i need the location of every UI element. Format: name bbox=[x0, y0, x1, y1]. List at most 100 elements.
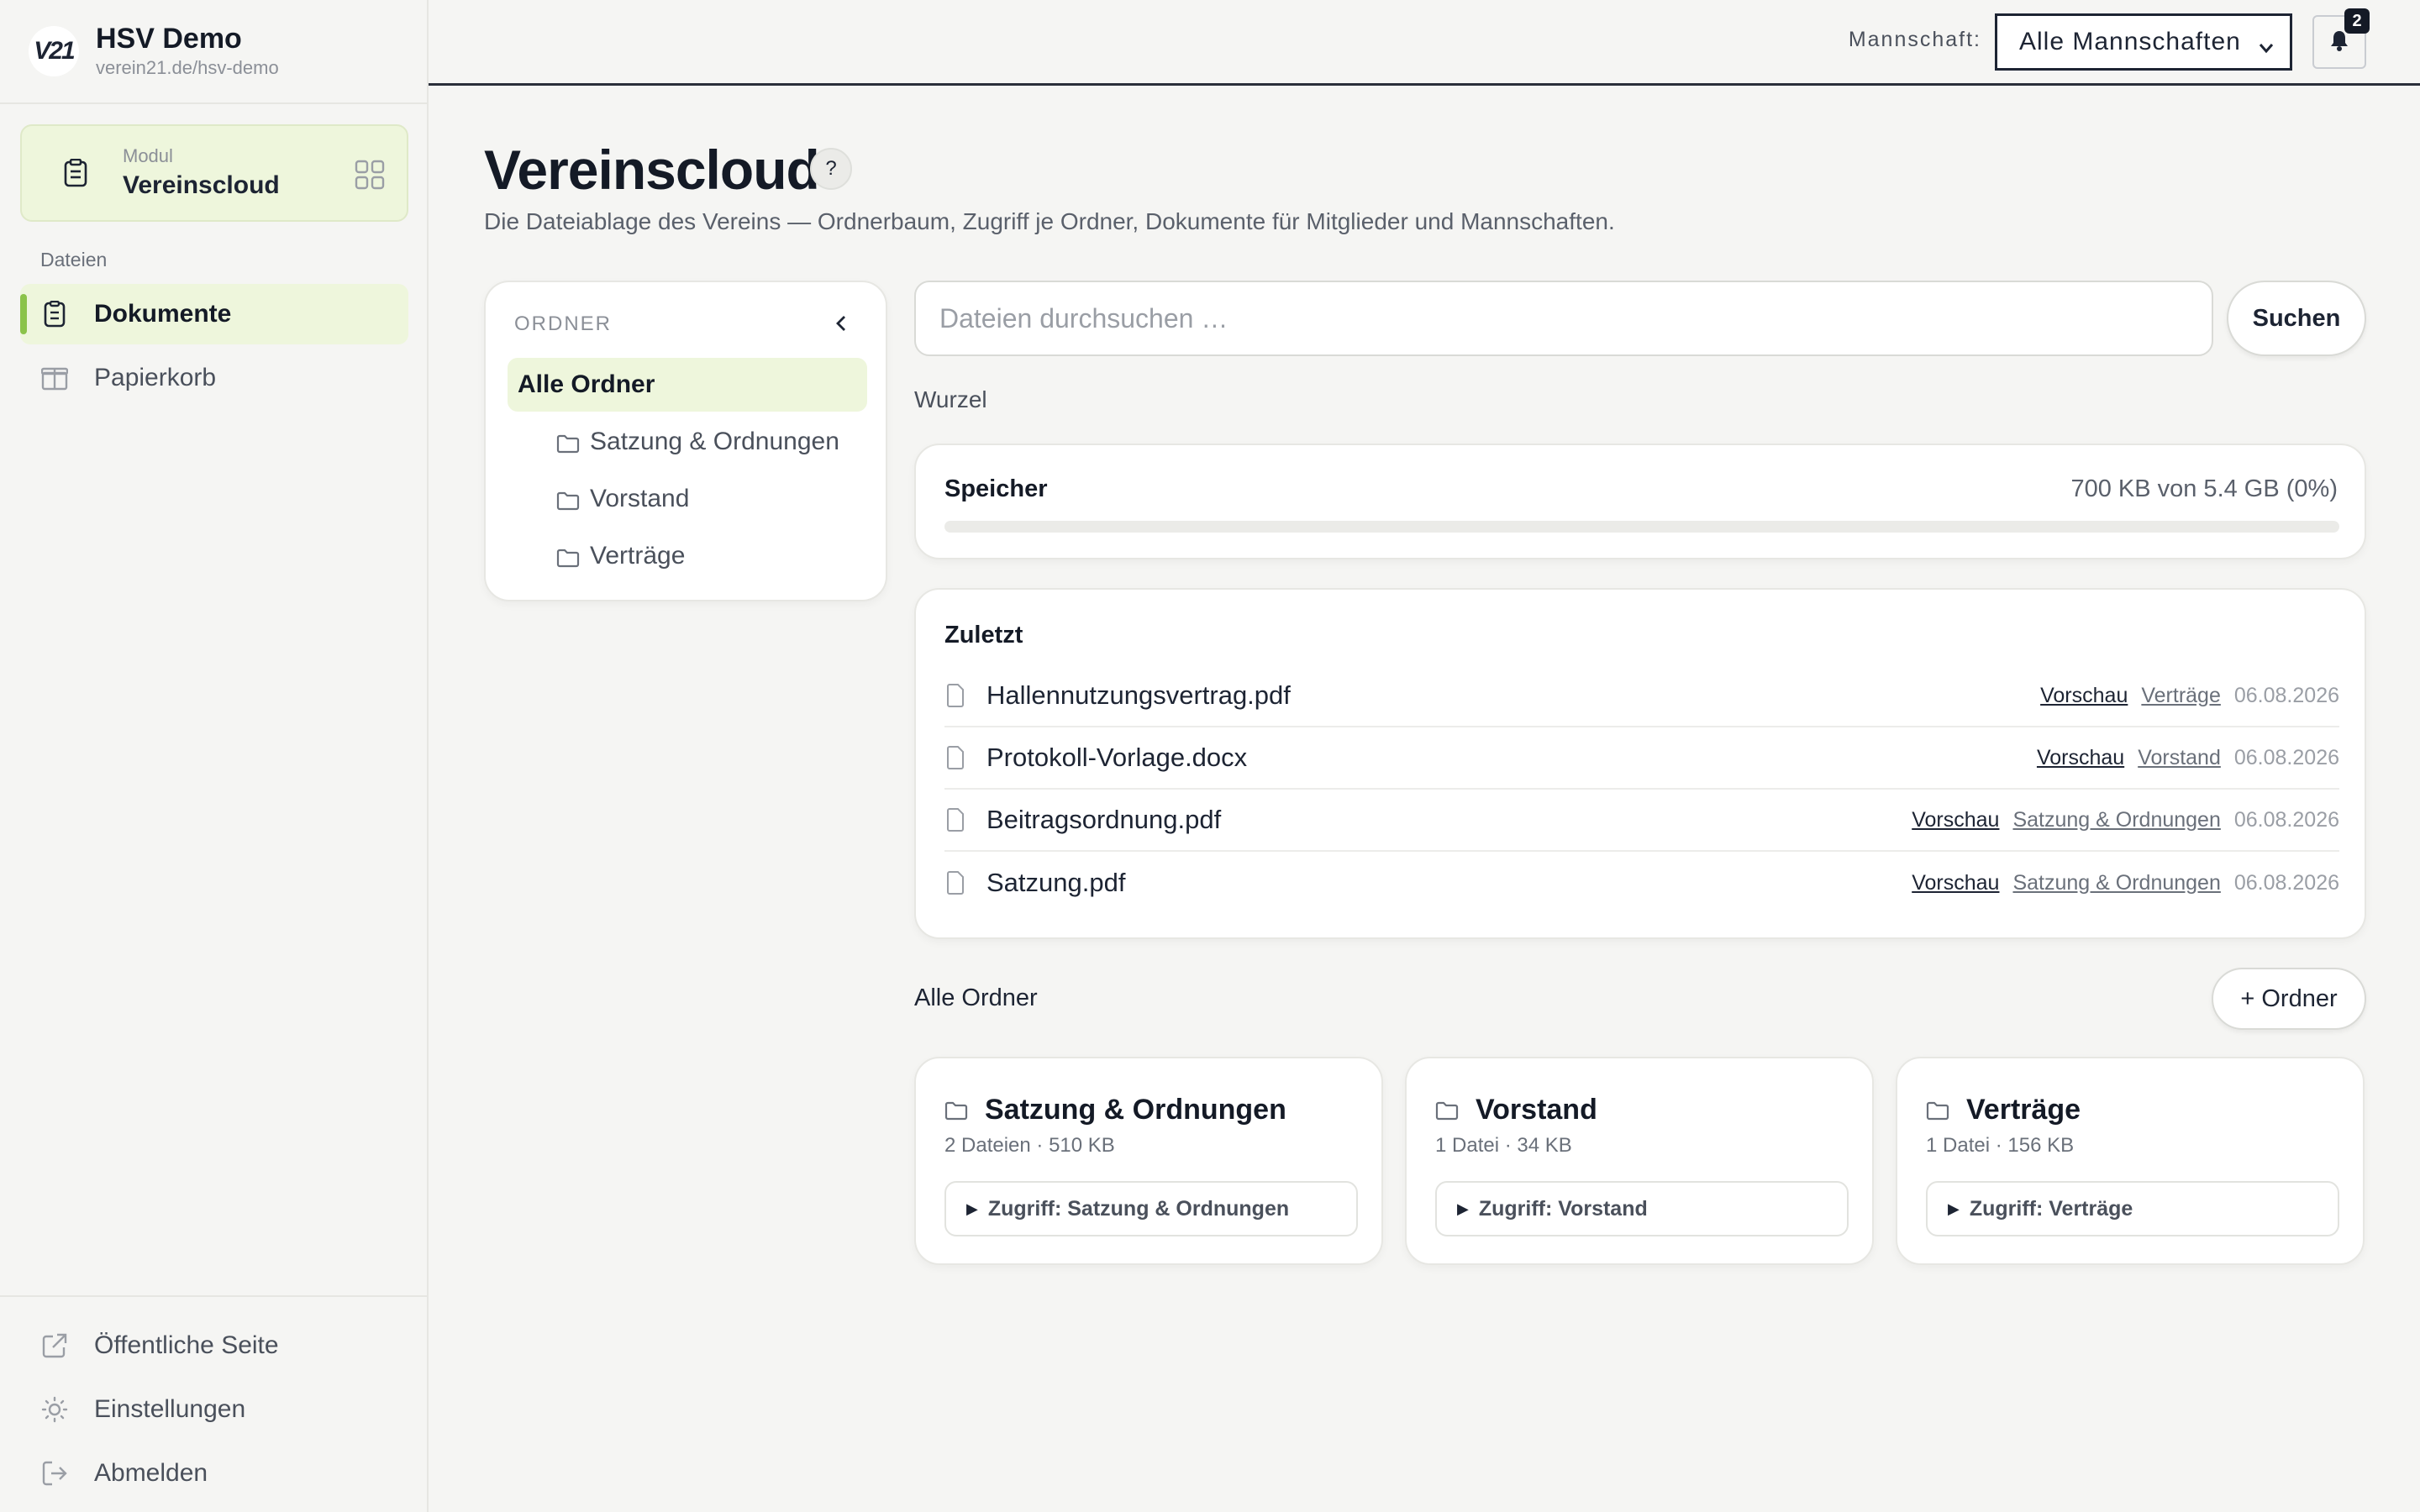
file-name: Protokoll-Vorlage.docx bbox=[986, 743, 1248, 772]
folder-tree-panel: ORDNER Alle Ordner Satzung & Ordnungen V… bbox=[484, 281, 887, 601]
folder-card-satzung[interactable]: Satzung & Ordnungen 2 Dateien · 510 KB ▶… bbox=[914, 1057, 1383, 1265]
chevron-left-icon[interactable] bbox=[829, 311, 854, 336]
sidebar-item-label: Dokumente bbox=[94, 300, 232, 328]
folder-name: Vorstand bbox=[1476, 1094, 1597, 1126]
folder-tree-label: Verträge bbox=[590, 542, 686, 570]
preview-link[interactable]: Vorschau bbox=[2040, 684, 2128, 708]
all-folders-title: Alle Ordner bbox=[914, 984, 1038, 1011]
external-link-icon bbox=[40, 1331, 69, 1360]
file-icon bbox=[946, 808, 965, 832]
document-icon bbox=[40, 300, 69, 328]
folder-icon bbox=[556, 432, 580, 454]
module-name: Vereinscloud bbox=[123, 171, 280, 199]
folder-tree-label: Vorstand bbox=[590, 485, 690, 512]
recent-file-row[interactable]: Hallennutzungsvertrag.pdf Vorschau Vertr… bbox=[944, 665, 2339, 727]
sidebar-item-papierkorb[interactable]: Papierkorb bbox=[20, 348, 408, 408]
recent-file-row[interactable]: Satzung.pdf Vorschau Satzung & Ordnungen… bbox=[944, 852, 2339, 914]
recent-title: Zuletzt bbox=[944, 622, 1023, 648]
preview-link[interactable]: Vorschau bbox=[2037, 746, 2124, 770]
folder-tree-item-vertraege[interactable]: Verträge bbox=[508, 529, 867, 583]
file-name: Satzung.pdf bbox=[986, 868, 1126, 897]
folder-stats: 1 Datei · 156 KB bbox=[1926, 1134, 2075, 1157]
sidebar-item-label: Papierkorb bbox=[94, 364, 217, 391]
folder-icon bbox=[556, 546, 580, 568]
brand-header[interactable]: V21 HSV Demo verein21.de/hsv-demo bbox=[0, 0, 427, 104]
file-icon bbox=[946, 684, 965, 707]
folder-tree-item-vorstand[interactable]: Vorstand bbox=[508, 472, 867, 526]
storage-value: 700 KB von 5.4 GB (0%) bbox=[2070, 475, 2338, 502]
file-folder-link[interactable]: Verträge bbox=[2141, 684, 2221, 708]
search-button[interactable]: Suchen bbox=[2227, 281, 2366, 356]
sun-gear-icon bbox=[40, 1395, 69, 1424]
caret-right-icon: ▶ bbox=[1948, 1200, 1960, 1217]
file-icon bbox=[946, 871, 965, 895]
topbar: Mannschaft: Alle Mannschaften 2 bbox=[429, 0, 2420, 86]
folder-panel-title: ORDNER bbox=[514, 312, 613, 335]
file-folder-link[interactable]: Satzung & Ordnungen bbox=[2012, 871, 2220, 895]
club-name: HSV Demo bbox=[96, 23, 242, 55]
folder-card-vorstand[interactable]: Vorstand 1 Datei · 34 KB ▶ Zugriff: Vors… bbox=[1405, 1057, 1874, 1265]
sidebar: V21 HSV Demo verein21.de/hsv-demo Modul … bbox=[0, 0, 429, 1512]
recent-file-row[interactable]: Beitragsordnung.pdf Vorschau Satzung & O… bbox=[944, 790, 2339, 852]
new-folder-button[interactable]: + Ordner bbox=[2212, 968, 2366, 1030]
folder-access-label: Zugriff: Vorstand bbox=[1478, 1196, 1648, 1221]
module-label: Modul bbox=[123, 145, 173, 166]
clipboard-icon bbox=[59, 156, 92, 190]
trash-box-icon bbox=[40, 364, 69, 392]
file-date: 06.08.2026 bbox=[2233, 683, 2339, 707]
file-date: 06.08.2026 bbox=[2233, 745, 2339, 769]
recent-file-row[interactable]: Protokoll-Vorlage.docx Vorschau Vorstand… bbox=[944, 727, 2339, 790]
folder-access-toggle[interactable]: ▶ Zugriff: Satzung & Ordnungen bbox=[944, 1181, 1358, 1236]
folder-icon bbox=[556, 489, 580, 511]
file-folder-link[interactable]: Vorstand bbox=[2138, 746, 2221, 770]
file-name: Beitragsordnung.pdf bbox=[986, 805, 1222, 834]
folder-stats: 2 Dateien · 510 KB bbox=[944, 1134, 1115, 1157]
storage-progress-bar bbox=[944, 521, 2339, 533]
sidebar-item-settings[interactable]: Einstellungen bbox=[20, 1379, 408, 1440]
notifications-button[interactable]: 2 bbox=[2312, 8, 2370, 69]
sidebar-item-label: Einstellungen bbox=[94, 1395, 246, 1423]
help-button[interactable]: ? bbox=[810, 148, 852, 190]
folder-tree-item-all[interactable]: Alle Ordner bbox=[508, 358, 867, 412]
folder-tree-item-satzung[interactable]: Satzung & Ordnungen bbox=[508, 415, 867, 469]
file-name: Hallennutzungsvertrag.pdf bbox=[986, 680, 1291, 710]
caret-right-icon: ▶ bbox=[966, 1200, 978, 1217]
folder-tree-label: Satzung & Ordnungen bbox=[590, 428, 839, 455]
folder-tree-label: Alle Ordner bbox=[518, 370, 655, 398]
search-placeholder: Dateien durchsuchen … bbox=[939, 302, 1228, 333]
folder-access-toggle[interactable]: ▶ Zugriff: Verträge bbox=[1926, 1181, 2339, 1236]
folder-card-vertraege[interactable]: Verträge 1 Datei · 156 KB ▶ Zugriff: Ver… bbox=[1896, 1057, 2365, 1265]
club-logo: V21 bbox=[29, 26, 79, 76]
storage-card: Speicher 700 KB von 5.4 GB (0%) bbox=[914, 444, 2366, 559]
folder-access-label: Zugriff: Satzung & Ordnungen bbox=[987, 1196, 1290, 1221]
preview-link[interactable]: Vorschau bbox=[1912, 871, 1999, 895]
chevron-down-icon bbox=[2258, 34, 2275, 63]
sidebar-item-logout[interactable]: Abmelden bbox=[20, 1443, 408, 1504]
page-subtitle: Die Dateiablage des Vereins — Ordnerbaum… bbox=[484, 208, 1615, 234]
storage-title: Speicher bbox=[944, 475, 1048, 502]
file-date: 06.08.2026 bbox=[2233, 807, 2339, 832]
file-folder-link[interactable]: Satzung & Ordnungen bbox=[2012, 808, 2220, 832]
team-filter-label: Mannschaft: bbox=[1848, 28, 1981, 51]
folder-access-label: Zugriff: Verträge bbox=[1969, 1196, 2133, 1221]
search-input[interactable]: Dateien durchsuchen … bbox=[914, 281, 2213, 356]
folder-icon bbox=[1435, 1100, 1459, 1121]
page-title: Vereinscloud bbox=[484, 139, 820, 201]
file-icon bbox=[946, 746, 965, 769]
preview-link[interactable]: Vorschau bbox=[1912, 808, 1999, 832]
folder-access-toggle[interactable]: ▶ Zugriff: Vorstand bbox=[1435, 1181, 1849, 1236]
recent-files-card: Zuletzt Hallennutzungsvertrag.pdf Vorsch… bbox=[914, 588, 2366, 939]
nav-section-title: Dateien bbox=[40, 249, 108, 270]
module-switcher[interactable]: Modul Vereinscloud bbox=[20, 124, 408, 222]
sidebar-footer: Öffentliche Seite Einstellungen Abmelden bbox=[0, 1295, 427, 1512]
logout-icon bbox=[40, 1459, 69, 1488]
folder-icon bbox=[944, 1100, 968, 1121]
sidebar-item-public-page[interactable]: Öffentliche Seite bbox=[20, 1315, 408, 1376]
folder-icon bbox=[1926, 1100, 1949, 1121]
file-date: 06.08.2026 bbox=[2233, 870, 2339, 895]
team-select[interactable]: Alle Mannschaften bbox=[1995, 13, 2292, 71]
breadcrumb[interactable]: Wurzel bbox=[914, 386, 987, 413]
notification-badge: 2 bbox=[2344, 8, 2370, 34]
sidebar-item-dokumente[interactable]: Dokumente bbox=[20, 284, 408, 344]
grid-icon[interactable] bbox=[353, 158, 387, 192]
